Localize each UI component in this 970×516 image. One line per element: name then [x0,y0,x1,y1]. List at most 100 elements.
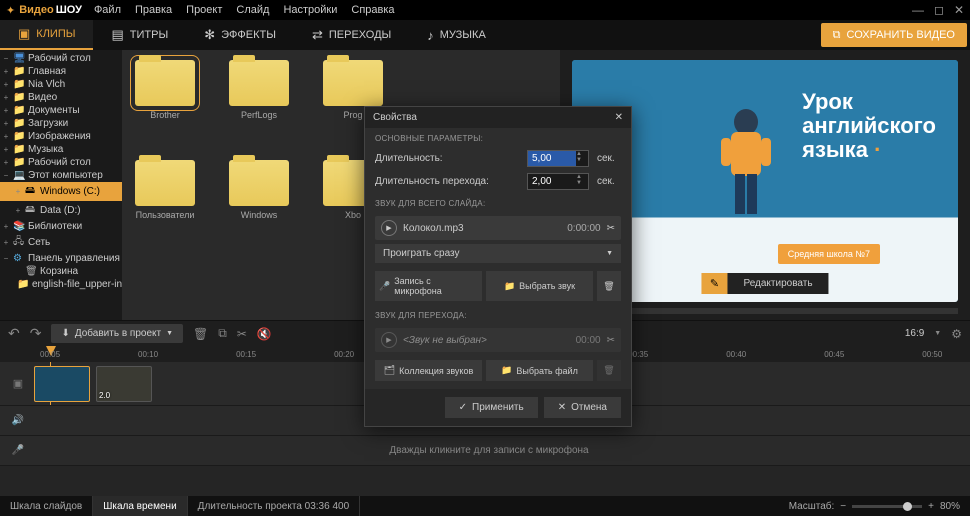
chevron-down-icon[interactable]: ▼ [934,330,941,337]
tree-music[interactable]: +📁Музыка [0,143,122,156]
menu-settings[interactable]: Настройки [283,4,337,16]
aspect-ratio[interactable]: 16:9 [905,328,924,339]
window-close-icon[interactable]: ✕ [954,3,964,17]
video-track-icon: ▣ [8,377,28,390]
tree-data-d[interactable]: +🖴Data (D:) [0,201,122,220]
cut-button[interactable]: ✂ [237,327,247,341]
cancel-button[interactable]: ✕Отмена [544,397,621,418]
record-mic-button[interactable]: 🎤Запись с микрофона [375,271,482,301]
timeline-clip-2[interactable]: 2.0 [96,366,152,402]
settings-icon[interactable]: ⚙ [951,327,962,341]
unit-label: сек. [597,176,621,187]
dialog-close-icon[interactable]: ✕ [615,112,623,123]
tree-windows-c[interactable]: +🖴Windows (C:) [0,182,122,201]
zoom-slider[interactable] [852,505,922,508]
tree-nia[interactable]: +📁Nia Vlch [0,78,122,91]
tree-engfile[interactable]: 📁english-file_upper-intermed [0,278,122,291]
add-to-project-button[interactable]: ⬇Добавить в проект▼ [51,324,183,343]
slide-audio-buttons: 🎤Запись с микрофона 📁Выбрать звук 🗑 [365,267,631,305]
scissors-icon[interactable]: ✂ [607,223,615,234]
folder-users[interactable]: Пользователи [130,160,200,220]
timeline-clip-1[interactable] [34,366,90,402]
tab-transitions-label: ПЕРЕХОДЫ [329,29,391,41]
spin-down-icon[interactable]: ▼ [576,180,588,186]
tree-docs[interactable]: +📁Документы [0,104,122,117]
delete-audio-button[interactable]: 🗑 [597,271,621,301]
apply-button[interactable]: ✓Применить [445,397,538,418]
tree-home[interactable]: +📁Главная [0,65,122,78]
menu-slide[interactable]: Слайд [236,4,269,16]
tree-downloads[interactable]: +📁Загрузки [0,117,122,130]
scissors-icon[interactable]: ✂ [607,335,615,346]
unit-label: сек. [597,153,621,164]
pick-sound-button[interactable]: 📁Выбрать звук [486,271,593,301]
project-duration: Длительность проекта 03:36 400 [188,496,360,516]
play-mode-select[interactable]: Проиграть сразу ▼ [375,244,621,263]
tab-clips-label: КЛИПЫ [36,28,75,40]
view-slides-button[interactable]: Шкала слайдов [0,496,93,516]
edit-slide-button[interactable]: ✎ Редактировать [701,273,828,294]
slide-audio-row: ▶ Колокол.mp3 0:00:00 ✂ [375,216,621,240]
delete-button[interactable]: 🗑 [193,327,208,341]
menu-file[interactable]: Файл [94,4,121,16]
preview-illustration [711,104,781,234]
tree-libs[interactable]: +📚Библиотеки [0,220,122,233]
row-transition-duration: Длительность перехода: ▲▼ сек. [365,170,631,193]
speaker-icon: 🔊 [8,415,28,426]
sound-collection-button[interactable]: 🗂Коллекция звуков [375,360,482,381]
window-maximize-icon[interactable]: ◻ [934,3,944,17]
zoom-in-icon[interactable]: + [928,501,934,512]
mic-track[interactable]: 🎤 Дважды кликните для записи с микрофона [0,436,970,466]
properties-dialog: Свойства ✕ ОСНОВНЫЕ ПАРАМЕТРЫ: Длительно… [364,106,632,427]
pick-file-button[interactable]: 📁Выбрать файл [486,360,593,381]
app-name-1: Видео [19,4,54,16]
tree-images[interactable]: +📁Изображения [0,130,122,143]
folder-icon [229,160,289,206]
zoom-label: Масштаб: [789,501,835,512]
folder-icon: 📁 [501,365,512,376]
menu-edit[interactable]: Правка [135,4,172,16]
check-icon: ✓ [459,402,467,413]
spin-down-icon[interactable]: ▼ [576,157,588,163]
menu-project[interactable]: Проект [186,4,222,16]
tree-video[interactable]: +📁Видео [0,91,122,104]
app-logo-icon: ✦ [6,4,15,17]
zoom-value: 80% [940,501,960,512]
section-slide-audio: ЗВУК ДЛЯ ВСЕГО СЛАЙДА: [365,193,631,212]
play-audio-button[interactable]: ▶ [381,220,397,236]
titles-icon: ▤ [111,27,123,43]
tab-transitions[interactable]: ⇄ПЕРЕХОДЫ [294,20,409,50]
tree-desktop2[interactable]: +📁Рабочий стол [0,156,122,169]
tree-thispc[interactable]: −💻Этот компьютер [0,169,122,182]
transition-audio-time: 00:00 [576,335,601,346]
tab-effects[interactable]: ✻ЭФФЕКТЫ [186,20,294,50]
tree-desktop[interactable]: −🖥Рабочий стол [0,52,122,65]
library-icon: 🗂 [384,365,395,376]
zoom-out-icon[interactable]: − [840,501,846,512]
folder-windows[interactable]: Windows [224,160,294,220]
tree-cpanel[interactable]: −⚙Панель управления [0,252,122,265]
transition-duration-input[interactable]: ▲▼ [527,173,589,190]
play-audio-button[interactable]: ▶ [381,332,397,348]
delete-transition-audio-button[interactable]: 🗑 [597,360,621,381]
tab-music[interactable]: ♪МУЗЫКА [409,20,504,50]
undo-button[interactable]: ↶ [8,325,20,342]
window-minimize-icon[interactable]: — [912,3,924,17]
tab-titles[interactable]: ▤ ТИТРЫ [93,20,186,50]
tab-titles-label: ТИТРЫ [130,29,168,41]
main-tabs: ▣КЛИПЫ ▤ ТИТРЫ ✻ЭФФЕКТЫ ⇄ПЕРЕХОДЫ ♪МУЗЫКА… [0,20,970,50]
duration-label: Длительность: [375,153,519,164]
tree-trash[interactable]: 🗑Корзина [0,265,122,278]
view-timeline-button[interactable]: Шкала времени [93,496,187,516]
mute-button[interactable]: 🔇 [257,327,272,341]
redo-button[interactable]: ↷ [30,325,42,342]
folder-perflogs[interactable]: PerfLogs [224,60,294,120]
tab-clips[interactable]: ▣КЛИПЫ [0,20,93,50]
copy-button[interactable]: ⧉ [218,326,227,341]
folder-brother[interactable]: Brother [130,60,200,120]
menu-help[interactable]: Справка [351,4,394,16]
duration-input[interactable]: ▲▼ [527,150,589,167]
tree-network[interactable]: +🖧Сеть [0,233,122,252]
save-video-button[interactable]: ⧉СОХРАНИТЬ ВИДЕО [821,23,967,47]
dialog-titlebar[interactable]: Свойства ✕ [365,107,631,128]
